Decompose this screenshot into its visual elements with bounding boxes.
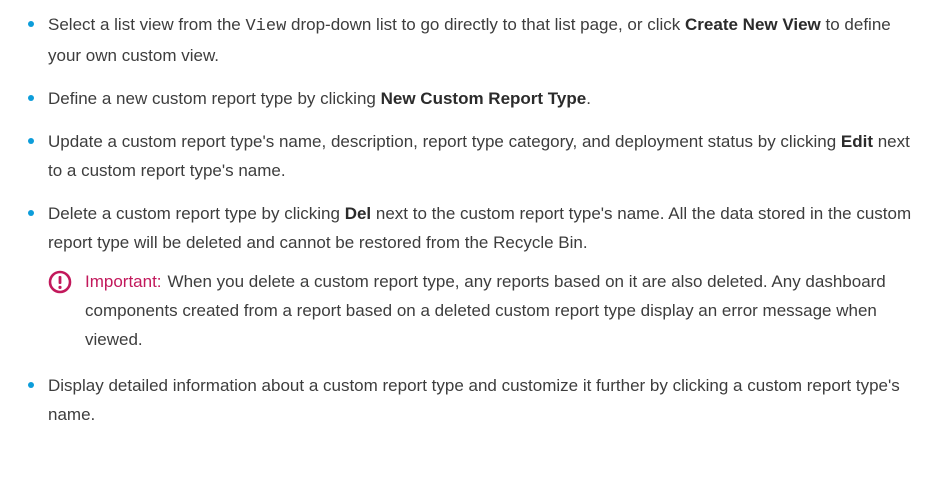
bullet-icon: [28, 210, 34, 216]
item-text: Select a list view from the: [48, 15, 246, 34]
important-label: Important:: [85, 272, 162, 291]
item-text: Delete a custom report type by clicking: [48, 204, 345, 223]
instruction-list: Select a list view from the View drop-do…: [28, 10, 923, 429]
list-item-edit-report-type: Update a custom report type's name, desc…: [28, 127, 923, 185]
edit-label: Edit: [840, 132, 873, 151]
document-body: Select a list view from the View drop-do…: [0, 0, 923, 429]
new-custom-report-type-label: New Custom Report Type: [380, 89, 587, 108]
item-text: Display detailed information about a cus…: [48, 376, 900, 424]
list-item-new-report-type: Define a new custom report type by click…: [28, 84, 923, 113]
list-item-display-details: Display detailed information about a cus…: [28, 371, 923, 429]
bullet-icon: [28, 21, 34, 27]
item-text: Define a new custom report type by click…: [48, 89, 381, 108]
view-code-text: View: [245, 17, 287, 36]
list-item-delete-report-type: Delete a custom report type by clicking …: [28, 199, 923, 257]
important-text: When you delete a custom report type, an…: [85, 272, 886, 349]
create-new-view-label: Create New View: [685, 15, 821, 34]
bullet-icon: [28, 138, 34, 144]
bullet-icon: [28, 95, 34, 101]
important-icon: [48, 270, 72, 294]
item-text: drop-down list to go directly to that li…: [286, 15, 686, 34]
del-label: Del: [344, 204, 372, 223]
list-item-select-view: Select a list view from the View drop-do…: [28, 10, 923, 70]
item-text: Update a custom report type's name, desc…: [48, 132, 841, 151]
important-note: Important: When you delete a custom repor…: [48, 267, 923, 354]
bullet-icon: [28, 382, 34, 388]
item-text: .: [586, 89, 591, 108]
